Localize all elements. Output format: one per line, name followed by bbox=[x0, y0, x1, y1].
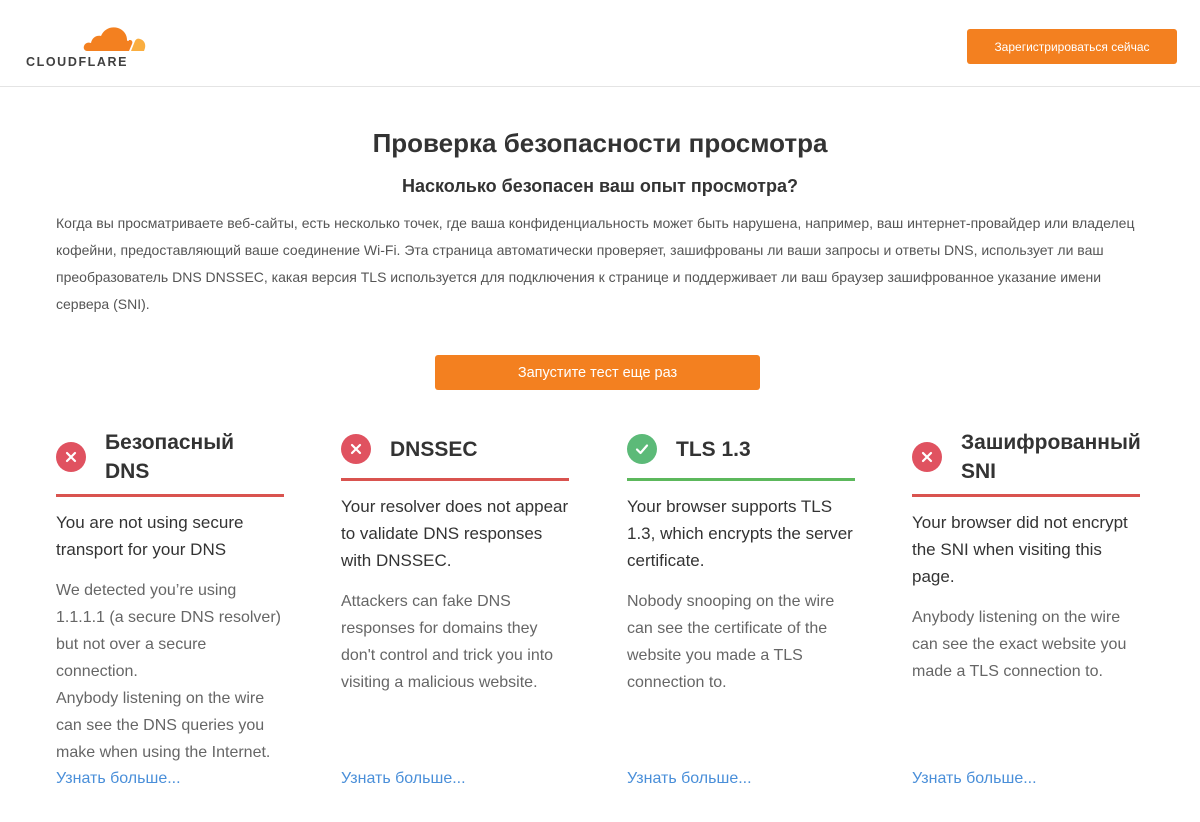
card-header: DNSSEC bbox=[341, 428, 569, 481]
register-button[interactable]: Зарегистрироваться сейчас bbox=[967, 29, 1177, 64]
x-circle-icon bbox=[56, 442, 86, 472]
check-circle-icon bbox=[627, 434, 657, 464]
learn-more-link[interactable]: Узнать больше... bbox=[912, 770, 1037, 788]
run-test-again-button[interactable]: Запустите тест еще раз bbox=[435, 355, 760, 390]
x-circle-icon bbox=[341, 434, 371, 464]
site-header: CLOUDFLARE Зарегистрироваться сейчас bbox=[0, 0, 1200, 87]
page-subtitle: Насколько безопасен ваш опыт просмотра? bbox=[402, 176, 798, 196]
card-encrypted-sni: Зашифрованный SNI Your browser did not en… bbox=[912, 428, 1141, 685]
learn-more-link[interactable]: Узнать больше... bbox=[56, 770, 181, 788]
card-explanation: Anybody listening on the wire can see th… bbox=[912, 609, 1127, 680]
card-result: Your resolver does not appear to validat… bbox=[341, 497, 569, 570]
card-explanation: Attackers can fake DNS responses for dom… bbox=[341, 593, 554, 691]
page-description: Когда вы просматриваете веб-сайты, есть … bbox=[56, 215, 1135, 312]
card-tls-13: TLS 1.3 Your browser supports TLS 1.3, wh… bbox=[627, 428, 855, 696]
card-result: You are not using secure transport for y… bbox=[56, 513, 244, 559]
card-result: Your browser supports TLS 1.3, which enc… bbox=[627, 497, 853, 570]
card-result: Your browser did not encrypt the SNI whe… bbox=[912, 513, 1128, 586]
card-header: TLS 1.3 bbox=[627, 428, 855, 481]
card-explanation: We detected you’re using 1.1.1.1 (a secu… bbox=[56, 582, 281, 761]
brand-wordmark: CLOUDFLARE bbox=[26, 55, 129, 69]
cloud-icon bbox=[83, 27, 146, 51]
card-title: DNSSEC bbox=[390, 437, 478, 461]
card-title: Безопасный DNS bbox=[105, 431, 235, 483]
card-header: Безопасный DNS bbox=[56, 428, 284, 497]
card-secure-dns: Безопасный DNS You are not using secure t… bbox=[56, 428, 284, 766]
cloudflare-logo[interactable]: CLOUDFLARE bbox=[26, 24, 150, 70]
learn-more-link[interactable]: Узнать больше... bbox=[341, 770, 466, 788]
learn-more-link[interactable]: Узнать больше... bbox=[627, 770, 752, 788]
card-header: Зашифрованный SNI bbox=[912, 428, 1141, 497]
page-title: Проверка безопасности просмотра bbox=[372, 128, 828, 158]
card-dnssec: DNSSEC Your resolver does not appear to v… bbox=[341, 428, 569, 696]
card-explanation: Nobody snooping on the wire can see the … bbox=[627, 593, 835, 691]
x-circle-icon bbox=[912, 442, 942, 472]
card-title: TLS 1.3 bbox=[676, 437, 751, 461]
card-title: Зашифрованный SNI bbox=[961, 431, 1141, 483]
